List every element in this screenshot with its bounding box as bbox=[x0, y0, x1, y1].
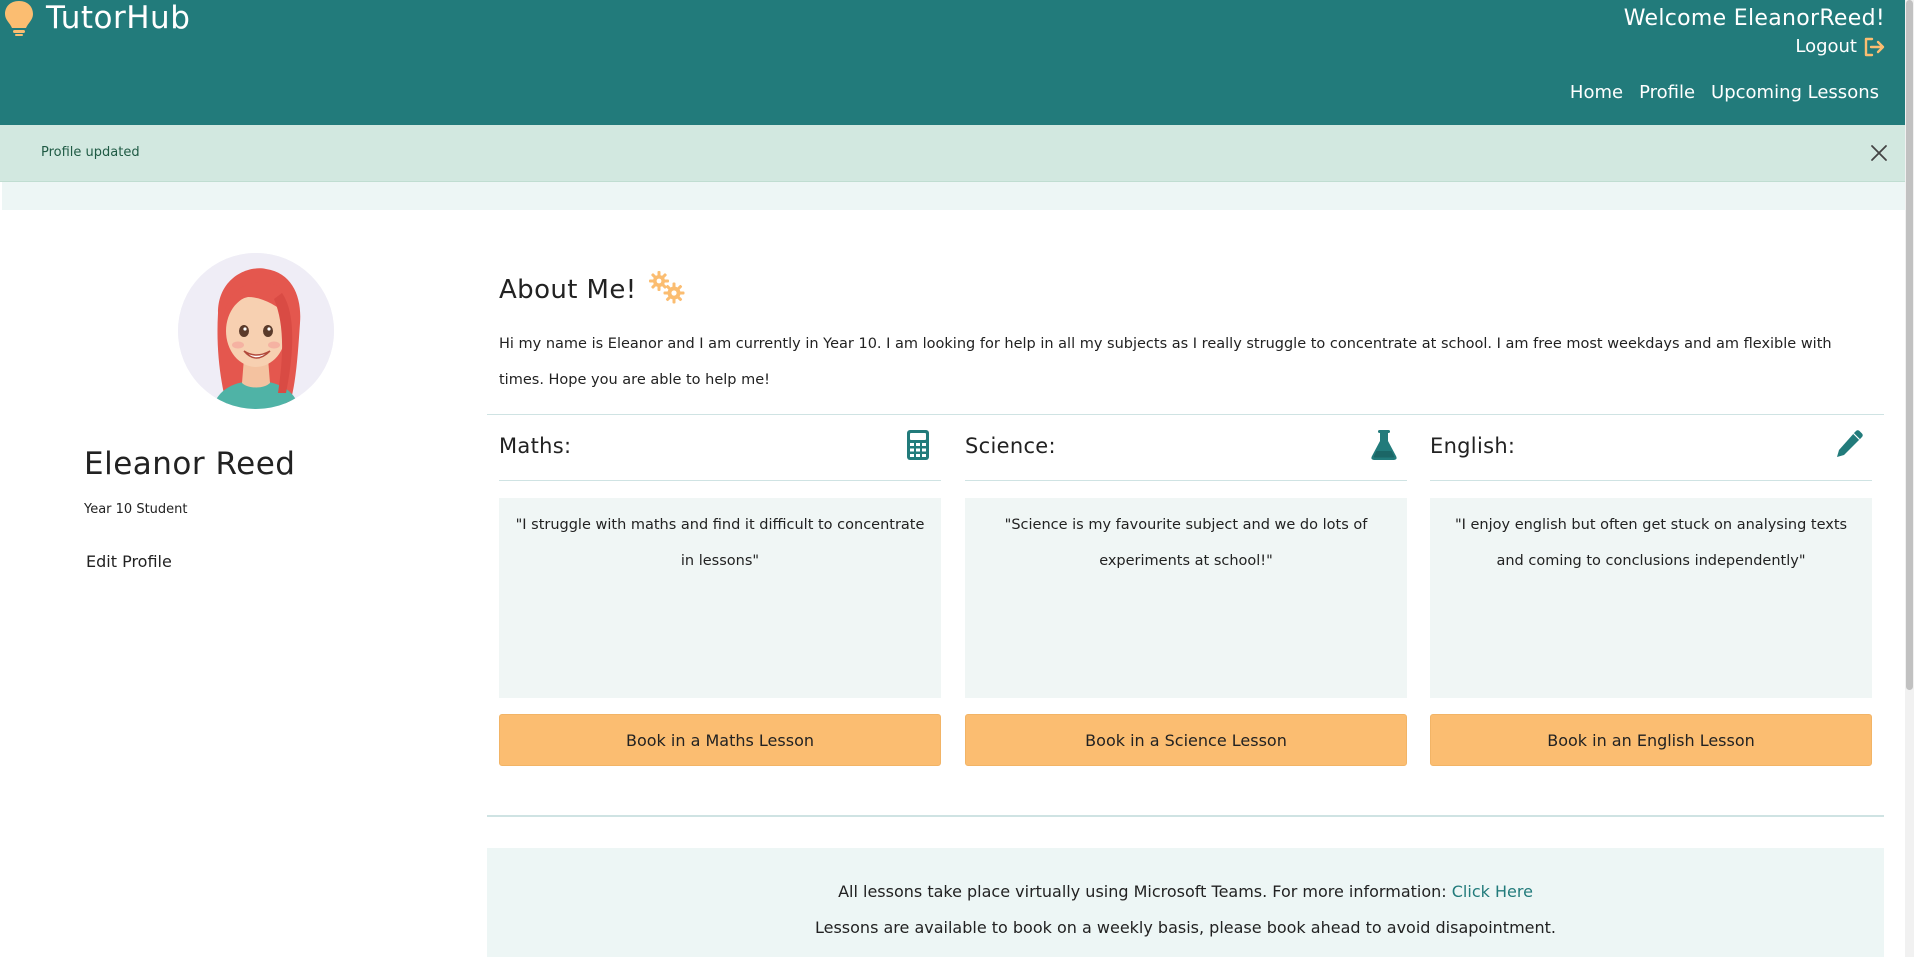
about-divider bbox=[487, 414, 1884, 415]
gears-icon bbox=[648, 271, 685, 304]
flask-icon bbox=[1371, 430, 1397, 460]
edit-profile-link[interactable]: Edit Profile bbox=[86, 552, 172, 571]
logout-link[interactable]: Logout bbox=[1795, 36, 1885, 57]
top-header: TutorHub Welcome EleanorReed! Logout Hom… bbox=[0, 0, 1905, 125]
nav-profile[interactable]: Profile bbox=[1639, 82, 1695, 103]
sign-out-icon bbox=[1864, 37, 1885, 56]
nav-upcoming-lessons[interactable]: Upcoming Lessons bbox=[1711, 82, 1879, 103]
logout-label: Logout bbox=[1795, 36, 1857, 57]
brand-name: TutorHub bbox=[46, 0, 191, 36]
avatar bbox=[178, 253, 334, 409]
subjects-divider bbox=[487, 815, 1884, 817]
subject-quote: "I struggle with maths and find it diffi… bbox=[499, 498, 941, 698]
subject-card-science: Science: "Science is my favourite subjec… bbox=[965, 420, 1407, 766]
nav-home[interactable]: Home bbox=[1570, 82, 1623, 103]
success-alert: Profile updated bbox=[0, 125, 1905, 182]
subject-title: English: bbox=[1430, 434, 1516, 458]
book-maths-button[interactable]: Book in a Maths Lesson bbox=[499, 714, 941, 766]
welcome-message: Welcome EleanorReed! bbox=[1623, 6, 1885, 31]
calculator-icon bbox=[907, 430, 929, 460]
subject-quote: "Science is my favourite subject and we … bbox=[965, 498, 1407, 698]
about-text: Hi my name is Eleanor and I am currently… bbox=[499, 336, 1832, 388]
info-link[interactable]: Click Here bbox=[1452, 882, 1533, 901]
close-icon[interactable] bbox=[1869, 143, 1889, 163]
about-heading: About Me! bbox=[499, 271, 687, 305]
subject-header: Maths: bbox=[499, 420, 941, 481]
subject-header: English: bbox=[1430, 420, 1872, 481]
lesson-info-panel: All lessons take place virtually using M… bbox=[487, 848, 1884, 957]
about-title: About Me! bbox=[499, 275, 637, 305]
student-year: Year 10 Student bbox=[84, 502, 188, 517]
info-line-2: Lessons are available to book on a weekl… bbox=[814, 918, 1556, 937]
lightbulb-icon bbox=[5, 1, 33, 36]
alert-band bbox=[2, 182, 1905, 210]
subject-quote: "I enjoy english but often get stuck on … bbox=[1430, 498, 1872, 698]
subject-title: Maths: bbox=[499, 434, 572, 458]
alert-message: Profile updated bbox=[41, 145, 140, 160]
brand[interactable]: TutorHub bbox=[4, 0, 190, 36]
scrollbar-thumb[interactable] bbox=[1906, 0, 1913, 690]
book-science-button[interactable]: Book in a Science Lesson bbox=[965, 714, 1407, 766]
avatar-illustration bbox=[178, 253, 334, 409]
book-english-button[interactable]: Book in an English Lesson bbox=[1430, 714, 1872, 766]
subject-title: Science: bbox=[965, 434, 1056, 458]
pencil-icon bbox=[1837, 430, 1863, 457]
subject-card-english: English: "I enjoy english but often get … bbox=[1430, 420, 1872, 766]
info-line-1: All lessons take place virtually using M… bbox=[487, 874, 1884, 910]
main-nav: Home Profile Upcoming Lessons bbox=[1570, 82, 1879, 103]
info-text: All lessons take place virtually using M… bbox=[838, 882, 1447, 901]
subject-card-maths: Maths: "I struggle with maths and find i… bbox=[499, 420, 941, 766]
subject-header: Science: bbox=[965, 420, 1407, 481]
page-scrollbar[interactable] bbox=[1905, 0, 1914, 957]
student-name: Eleanor Reed bbox=[84, 446, 296, 482]
